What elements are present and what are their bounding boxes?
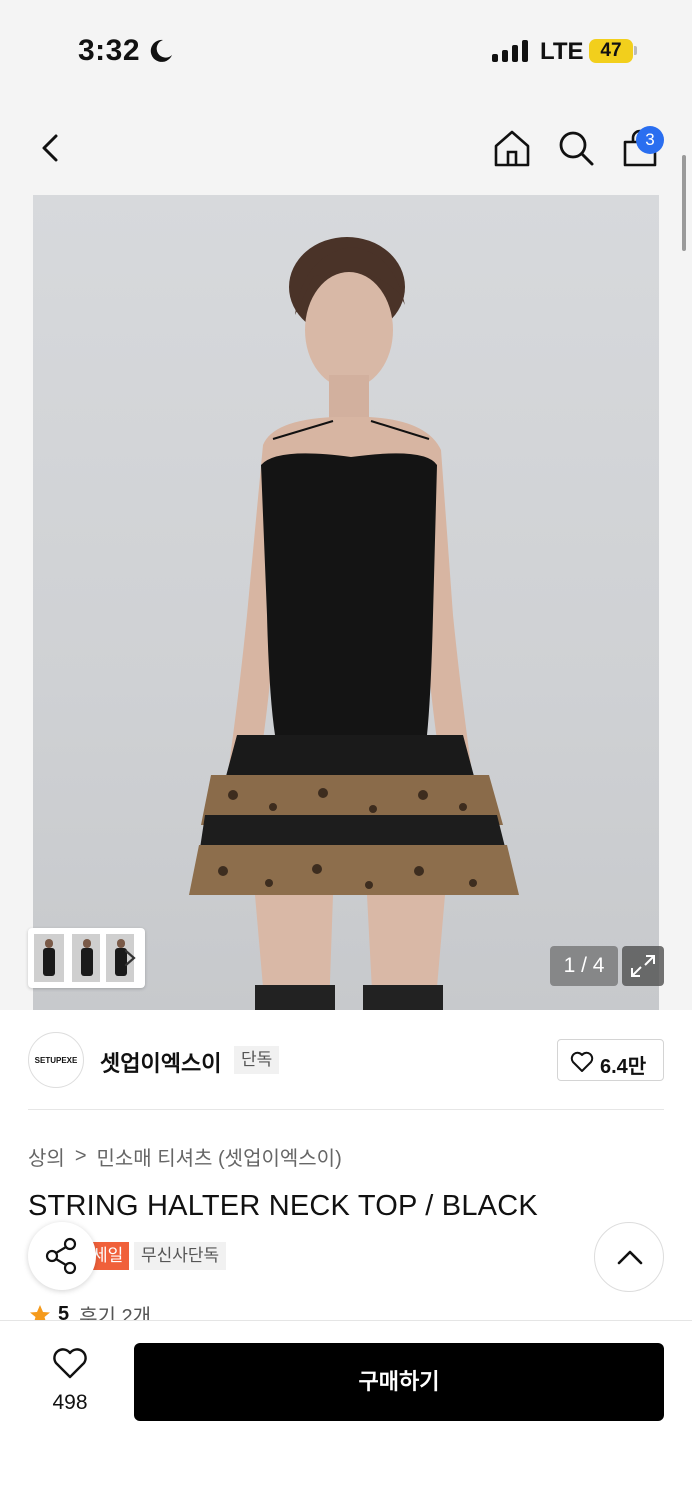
heart-icon [570, 1051, 594, 1072]
network-label: LTE [540, 38, 584, 65]
thumbnail-strip[interactable] [28, 928, 145, 988]
battery-cap [634, 46, 637, 55]
exclusive-tag: 무신사단독 [134, 1242, 227, 1270]
wishlist-count: 498 [52, 1391, 88, 1414]
signal-icon [492, 40, 528, 62]
home-icon[interactable] [492, 128, 532, 168]
share-icon [45, 1237, 77, 1275]
search-icon[interactable] [556, 128, 596, 168]
scrollbar[interactable] [682, 155, 686, 251]
chevron-right-icon[interactable] [120, 946, 140, 970]
status-bar: 3:32 LTE 47 [0, 0, 692, 100]
brand-name[interactable]: 셋업이엑스이 [100, 1046, 221, 1078]
top-nav [0, 100, 692, 195]
product-image[interactable] [33, 195, 659, 1010]
divider [28, 1109, 664, 1110]
expand-icon[interactable] [622, 946, 664, 986]
moon-icon [150, 39, 172, 62]
status-time: 3:32 [78, 34, 141, 67]
scroll-top-button[interactable] [594, 1222, 664, 1292]
brand-exclusive-tag: 단독 [234, 1046, 280, 1074]
back-icon[interactable] [32, 128, 72, 168]
thumbnail-1[interactable] [34, 934, 64, 982]
brand-like-count: 6.4만 [600, 1056, 647, 1078]
battery-icon: 47 [589, 39, 633, 63]
cart-count-badge: 3 [636, 126, 664, 154]
wishlist-button[interactable]: 498 [32, 1343, 108, 1423]
buy-button[interactable]: 구매하기 [134, 1343, 664, 1421]
thumbnail-2[interactable] [72, 934, 100, 982]
breadcrumb-separator: > [74, 1145, 87, 1167]
product-info: SETUPEXE 셋업이엑스이 단독 6.4만 상의 > 민소매 티셔츠 (셋업… [0, 1010, 692, 1328]
breadcrumb-category[interactable]: 상의 [28, 1142, 65, 1171]
product-title: STRING HALTER NECK TOP / BLACK [28, 1190, 538, 1222]
brand-logo[interactable]: SETUPEXE [28, 1032, 84, 1088]
brand-like-button[interactable]: 6.4만 [557, 1039, 664, 1081]
model-illustration [189, 237, 519, 1010]
breadcrumb: 상의 > 민소매 티셔츠 (셋업이엑스이) [28, 1142, 342, 1171]
image-counter: 1 / 4 [550, 946, 618, 986]
share-button[interactable] [28, 1222, 96, 1290]
chevron-up-icon [617, 1250, 643, 1265]
bottom-action-bar: 498 구매하기 [0, 1320, 692, 1500]
heart-icon [53, 1348, 87, 1379]
breadcrumb-subcategory[interactable]: 민소매 티셔츠 (셋업이엑스이) [97, 1142, 342, 1171]
